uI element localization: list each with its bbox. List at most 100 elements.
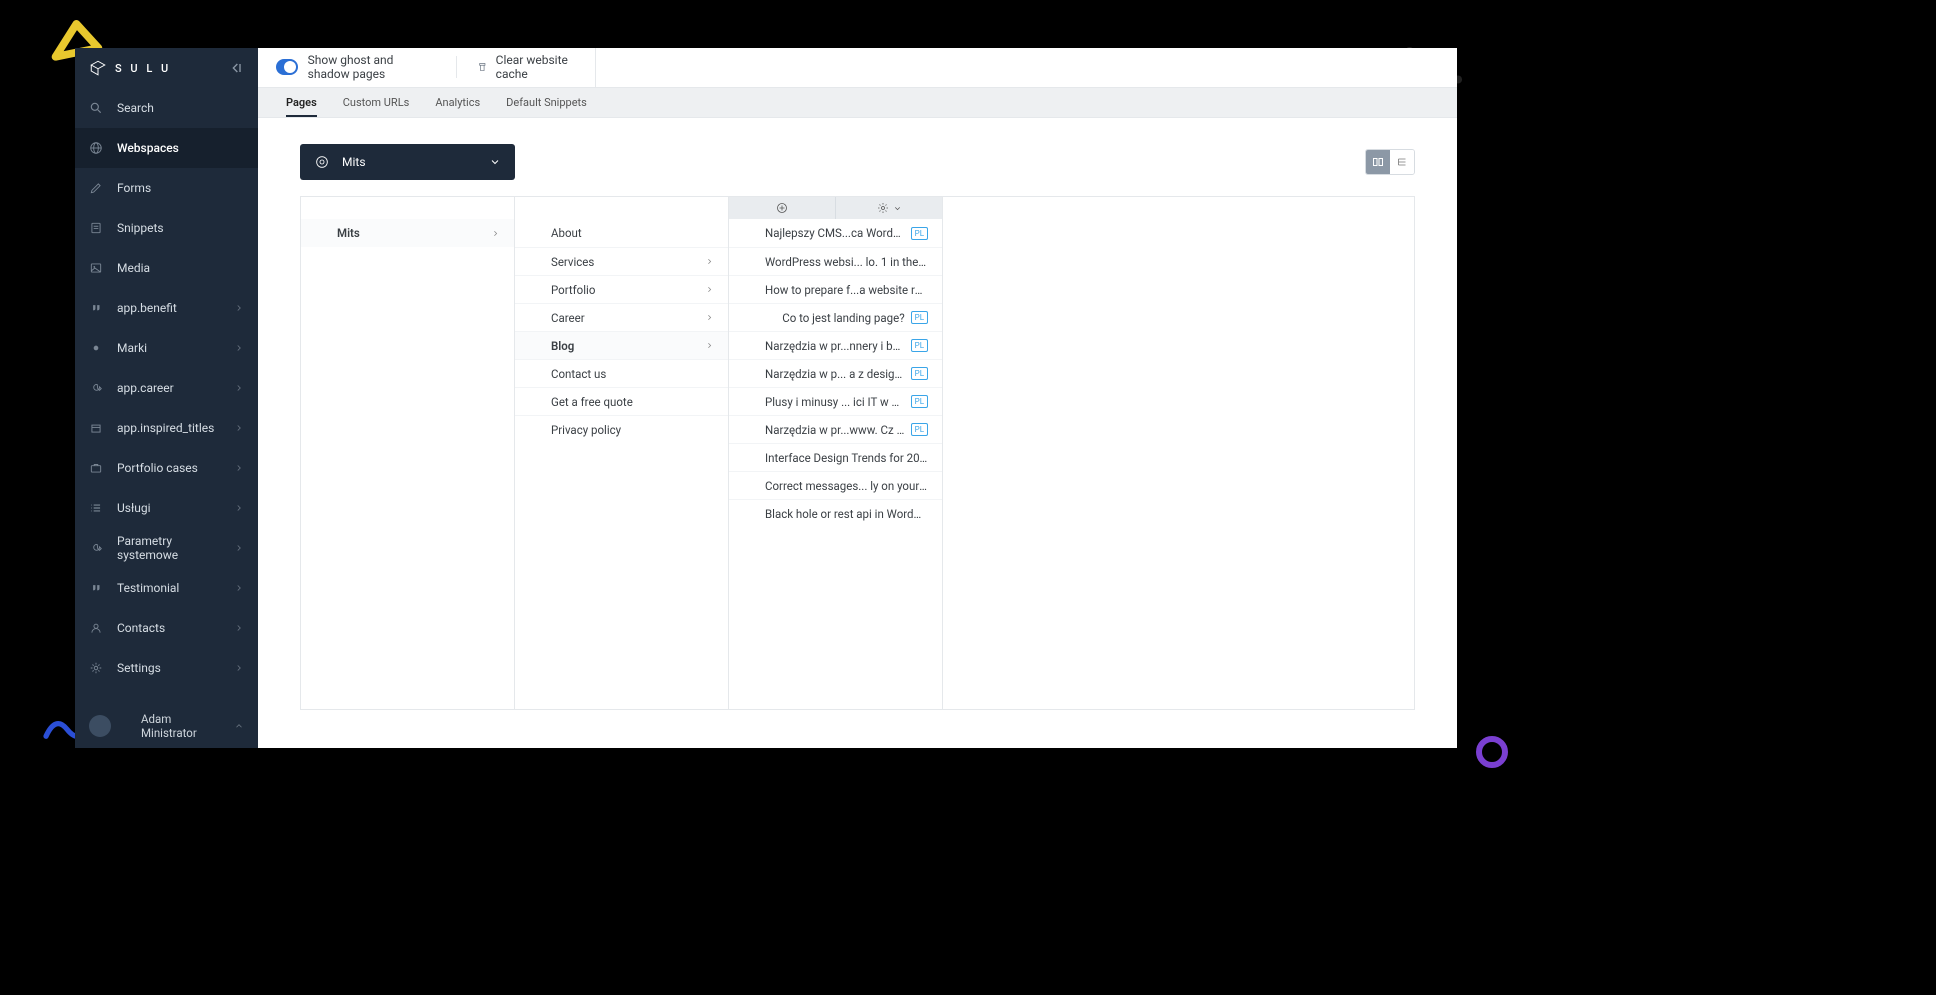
avatar [89, 715, 111, 737]
columns-icon [1372, 156, 1384, 168]
target-icon [314, 154, 330, 170]
chevron-right-icon [234, 663, 244, 673]
wrench-icon [89, 541, 103, 555]
toggle-ghost-pages[interactable] [276, 59, 298, 75]
column-item[interactable]: Narzędzia w pr...www. Cz 1. IDE PL [729, 415, 942, 443]
column-item[interactable]: Portfolio [515, 275, 728, 303]
column-item[interactable]: Privacy policy [515, 415, 728, 443]
column-item-label: Narzędzia w p... a z designerami. [765, 367, 905, 381]
sidebar-search-label: Search [117, 101, 244, 115]
column-item-label: About [551, 226, 714, 240]
sidebar-item-contacts[interactable]: Contacts [75, 608, 258, 648]
sidebar-item-webspaces[interactable]: Webspaces [75, 128, 258, 168]
sidebar-search[interactable]: Search [75, 88, 258, 128]
column-item[interactable]: Contact us [515, 359, 728, 387]
webspace-select[interactable]: Mits [300, 144, 515, 180]
chevron-right-icon [705, 341, 714, 350]
column-item[interactable]: Co to jest landing page? PL [729, 303, 942, 331]
chevron-down-icon [893, 204, 902, 213]
sidebar-item-label: Snippets [117, 221, 244, 235]
column-item[interactable]: WordPress websi... lo. 1 in the world"? [729, 247, 942, 275]
tab-pages[interactable]: Pages [286, 88, 317, 117]
tabs: Pages Custom URLs Analytics Default Snippet… [258, 88, 1457, 118]
quote-icon [89, 301, 103, 315]
column-item[interactable]: Interface Design Trends for 2020 [729, 443, 942, 471]
sidebar-item-settings[interactable]: Settings [75, 648, 258, 688]
sidebar-item-app-inspired-titles[interactable]: app.inspired_titles [75, 408, 258, 448]
column-item[interactable]: Plusy i minusy ... ici IT w Lublinie PL [729, 387, 942, 415]
column-add-button[interactable] [729, 197, 835, 219]
plus-circle-icon [776, 202, 788, 214]
locale-badge: PL [911, 395, 928, 408]
sidebar-item-portfolio-cases[interactable]: Portfolio cases [75, 448, 258, 488]
sidebar-item-snippets[interactable]: Snippets [75, 208, 258, 248]
column-item-label: Career [551, 311, 699, 325]
brand-logo[interactable]: S U L U [89, 59, 171, 77]
column-item[interactable]: Black hole or rest api in WordPress [729, 499, 942, 527]
column-browser: Mits About ServicesPortfolio Career Blog Con… [300, 196, 1415, 710]
tree-icon [1396, 156, 1408, 168]
column-item-label: Narzędzia w pr...www. Cz 1. IDE [765, 423, 905, 437]
sidebar-header: S U L U [75, 48, 258, 88]
column-item[interactable]: How to prepare f...a website redesign? [729, 275, 942, 303]
note-icon [89, 221, 103, 235]
column-item[interactable]: Blog [515, 331, 728, 359]
sidebar-item-app-benefit[interactable]: app.benefit [75, 288, 258, 328]
sidebar-item-forms[interactable]: Forms [75, 168, 258, 208]
column-item[interactable]: Correct messages... ly on your website [729, 471, 942, 499]
sidebar-item-testimonial[interactable]: Testimonial [75, 568, 258, 608]
chevron-right-icon [234, 383, 244, 393]
sidebar-item-label: Forms [117, 181, 244, 195]
column-3: Najlepszy CMS...ca WordPressa?PLWordPres… [729, 197, 943, 709]
sidebar-item-media[interactable]: Media [75, 248, 258, 288]
clear-cache-label: Clear website cache [496, 53, 577, 81]
column-item[interactable]: Najlepszy CMS...ca WordPressa?PL [729, 219, 942, 247]
locale-badge: PL [911, 423, 928, 436]
column-item[interactable]: About [515, 219, 728, 247]
column-item[interactable]: Mits [301, 219, 514, 247]
tab-analytics[interactable]: Analytics [435, 88, 480, 117]
column-item[interactable]: Narzędzia w pr...nnery i bundleryPL [729, 331, 942, 359]
column-item-label: Co to jest landing page? [765, 311, 905, 325]
column-2: About ServicesPortfolio Career Blog Contact … [515, 197, 729, 709]
column-item[interactable]: Services [515, 247, 728, 275]
sidebar-item-label: Testimonial [117, 581, 220, 595]
column-item-label: Blog [551, 339, 699, 353]
sidebar-item-label: app.benefit [117, 301, 220, 315]
collapse-sidebar-icon[interactable] [228, 60, 244, 76]
column-3-head [729, 197, 942, 219]
sidebar: S U L U Search Webspaces Forms Snippets Med… [75, 48, 258, 748]
column-item-label: Plusy i minusy ... ici IT w Lublinie [765, 395, 905, 409]
chevron-right-icon [234, 543, 244, 553]
view-columns-button[interactable] [1366, 150, 1390, 174]
chevron-right-icon [234, 303, 244, 313]
view-tree-button[interactable] [1390, 150, 1414, 174]
column-item[interactable]: Narzędzia w p... a z designerami.PL [729, 359, 942, 387]
column-settings-button[interactable] [835, 197, 942, 219]
sidebar-item-parametry-systemowe[interactable]: Parametry systemowe [75, 528, 258, 568]
sidebar-item-marki[interactable]: Marki [75, 328, 258, 368]
dot-icon [89, 341, 103, 355]
decoration-badge [1475, 735, 1510, 770]
chevron-right-icon [705, 257, 714, 266]
column-item-label: Najlepszy CMS...ca WordPressa? [765, 226, 905, 240]
sidebar-item-label: Settings [117, 661, 220, 675]
sidebar-item-app-career[interactable]: app.career [75, 368, 258, 408]
tab-default-snippets[interactable]: Default Snippets [506, 88, 587, 117]
sidebar-user[interactable]: Adam Ministrator [75, 704, 258, 748]
sidebar-item-label: Contacts [117, 621, 220, 635]
chevron-right-icon [234, 503, 244, 513]
clear-cache-button[interactable]: Clear website cache [477, 53, 577, 81]
tab-custom-urls[interactable]: Custom URLs [343, 88, 410, 117]
locale-badge: PL [911, 311, 928, 324]
column-item[interactable]: Career [515, 303, 728, 331]
sidebar-user-name: Adam Ministrator [123, 712, 222, 740]
sidebar-item-label: Usługi [117, 501, 220, 515]
briefcase-icon [89, 461, 103, 475]
column-item-label: Narzędzia w pr...nnery i bundlery [765, 339, 905, 353]
column-item[interactable]: Get a free quote [515, 387, 728, 415]
sidebar-item-us-ugi[interactable]: Usługi [75, 488, 258, 528]
chevron-right-icon [705, 285, 714, 294]
column-empty [943, 197, 1414, 709]
chevron-right-icon [234, 623, 244, 633]
